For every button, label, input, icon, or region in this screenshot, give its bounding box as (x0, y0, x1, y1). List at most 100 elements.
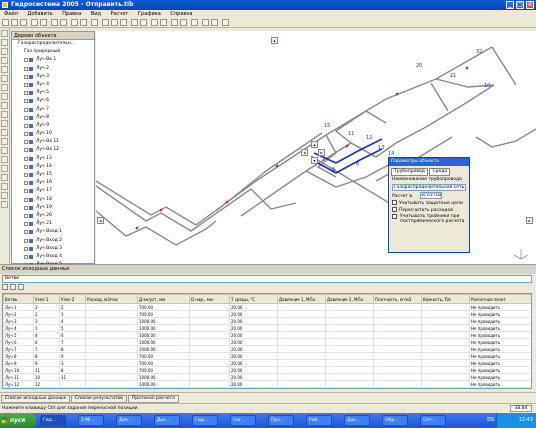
table-selector[interactable]: Ветви (2, 275, 532, 283)
table-cell[interactable]: 6 (33, 338, 60, 346)
table-cell[interactable]: Луч 3 (3, 317, 34, 325)
redo-icon[interactable] (60, 19, 67, 26)
table-cell[interactable]: Луч 6 (3, 338, 34, 346)
add-row-icon[interactable] (2, 284, 8, 290)
expand-icon[interactable] (24, 189, 28, 194)
table-cell[interactable]: 9 (33, 359, 60, 367)
tree-item[interactable]: Луч 21 (12, 220, 94, 228)
tree-item[interactable]: Луч Вход 1 (12, 228, 94, 236)
table-cell[interactable] (373, 359, 422, 367)
tree-item[interactable]: Луч 18 (12, 196, 94, 204)
table-cell[interactable] (421, 359, 470, 367)
table-cell[interactable]: Не проводить (469, 359, 531, 367)
menu-add[interactable]: Добавить (23, 10, 56, 18)
erase-tool-icon[interactable] (1, 129, 8, 136)
table-cell[interactable]: 8 (59, 366, 86, 374)
column-header[interactable]: Д вн/уст, мм (137, 294, 190, 304)
measure-tool-icon[interactable] (1, 111, 8, 118)
language-indicator[interactable]: EN (487, 415, 494, 426)
table-cell[interactable]: Луч 8 (3, 352, 34, 360)
table-cell[interactable] (373, 338, 422, 346)
column-header[interactable]: Давление 2, МПа (325, 294, 374, 304)
tree-item[interactable]: Луч Вх 11 (12, 138, 94, 146)
table-row[interactable]: Луч 5 4 6 1000.00 20.00 Не проводить (3, 331, 531, 339)
taskbar-button[interactable]: Про... (268, 415, 294, 426)
table-cell[interactable]: 1000.00 (137, 331, 190, 339)
table-cell[interactable] (373, 324, 422, 332)
expand-icon[interactable] (24, 173, 28, 177)
table-cell[interactable] (189, 345, 230, 353)
option-row[interactable]: Пересчитать расходов (389, 207, 469, 214)
table-cell[interactable]: 20.00 (229, 380, 278, 388)
menu-calc[interactable]: Расчет (107, 10, 133, 18)
table-cell[interactable]: 20.00 (229, 352, 278, 360)
text-tool-icon[interactable] (1, 120, 8, 127)
preview-icon[interactable] (40, 19, 47, 26)
taskbar-button[interactable]: Док... (344, 415, 370, 426)
table-cell[interactable] (85, 338, 138, 346)
table-cell[interactable]: 4 (33, 331, 60, 339)
table-cell[interactable] (277, 310, 326, 318)
table-cell[interactable]: 11 (59, 373, 86, 381)
table-cell[interactable] (277, 373, 326, 381)
tree-item[interactable]: Луч 8 (12, 114, 94, 122)
expand-icon[interactable] (24, 91, 28, 96)
valve-marker[interactable] (225, 200, 229, 204)
table-row[interactable]: Луч 7 7 8 1000.00 20.00 Не проводить (3, 345, 531, 353)
pan-up-icon[interactable]: ▴ (271, 37, 278, 44)
table-cell[interactable] (373, 380, 422, 388)
valve-marker[interactable] (465, 66, 469, 70)
valve-marker[interactable] (275, 164, 279, 168)
table-cell[interactable] (421, 324, 470, 332)
table-row[interactable]: Луч 1 1 2 700.00 20.00 Не проводить (3, 303, 531, 311)
tree-item[interactable]: Луч 9 (12, 122, 94, 130)
table-cell[interactable]: 1 (33, 324, 60, 332)
table-cell[interactable] (189, 303, 230, 311)
table-cell[interactable]: 2 (59, 303, 86, 311)
taskbar-button[interactable]: Раб... (306, 415, 332, 426)
table-cell[interactable] (189, 317, 230, 325)
table-cell[interactable]: 1000.00 (137, 380, 190, 388)
table-cell[interactable] (189, 331, 230, 339)
table-cell[interactable] (277, 324, 326, 332)
table-cell[interactable]: 3 (59, 359, 86, 367)
cut-icon[interactable] (102, 19, 109, 26)
column-header[interactable]: Вязкость, П/с (421, 294, 470, 304)
filter-tool-icon[interactable] (1, 165, 8, 172)
tree-item[interactable]: Луч 16 (12, 179, 94, 187)
table-cell[interactable]: Луч 12 (3, 380, 34, 388)
zoom-tool-icon[interactable] (1, 93, 8, 100)
expand-icon[interactable] (24, 156, 28, 161)
table-cell[interactable]: 700.00 (137, 366, 190, 374)
table-row[interactable]: Луч 2 2 3 700.00 20.00 Не проводить (3, 310, 531, 318)
taskbar-button[interactable]: Обр... (382, 415, 408, 426)
tree-item[interactable]: Луч 5 (12, 89, 94, 97)
table-cell[interactable]: 20.00 (229, 373, 278, 381)
check-icon[interactable] (131, 19, 138, 26)
pipe-line[interactable] (96, 185, 252, 232)
table-cell[interactable] (373, 310, 422, 318)
table-cell[interactable]: Луч 10 (3, 366, 34, 374)
table-cell[interactable]: 20.00 (229, 331, 278, 339)
expand-icon[interactable] (24, 230, 28, 235)
elbow-tool-icon[interactable] (1, 138, 8, 145)
checkbox-icon[interactable] (392, 207, 397, 212)
table-cell[interactable]: Луч 4 (3, 324, 34, 332)
cap-tool-icon[interactable] (1, 192, 8, 199)
table-cell[interactable] (85, 303, 138, 311)
expand-icon[interactable] (24, 74, 28, 79)
table-cell[interactable] (325, 345, 374, 353)
column-header[interactable]: Плотность, кг/м3 (373, 294, 422, 304)
new-file-icon[interactable] (2, 19, 9, 26)
table-cell[interactable] (325, 331, 374, 339)
table-cell[interactable]: Не проводить (469, 366, 531, 374)
menu-help[interactable]: Справка (166, 10, 196, 18)
table-cell[interactable] (189, 373, 230, 381)
table-cell[interactable] (85, 359, 138, 367)
tree-item[interactable]: Луч 13 (12, 155, 94, 163)
table-cell[interactable] (421, 338, 470, 346)
table-cell[interactable] (277, 380, 326, 388)
table-cell[interactable] (421, 331, 470, 339)
table-cell[interactable] (189, 359, 230, 367)
tree-item[interactable]: Луч Вх 12 (12, 146, 94, 154)
